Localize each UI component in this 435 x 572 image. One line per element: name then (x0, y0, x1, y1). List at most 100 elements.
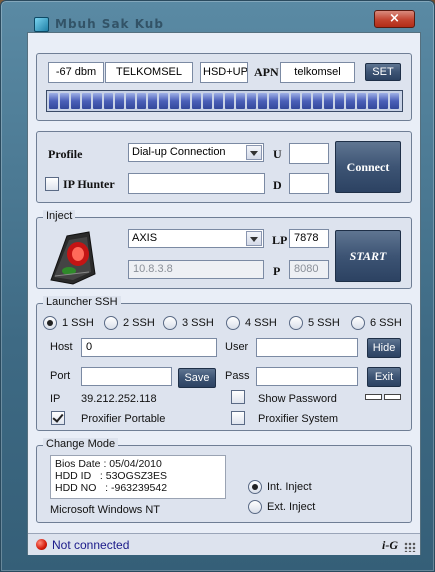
operator-field: TELKOMSEL (105, 62, 193, 83)
system-info-box: Bios Date : 05/04/2010 HDD ID : 53OGSZ3E… (50, 455, 226, 499)
lp-label: LP (272, 233, 288, 247)
inject-mode-dropdown[interactable]: AXIS (128, 229, 264, 248)
app-icon (34, 17, 49, 32)
change-mode-legend: Change Mode (43, 438, 119, 450)
hide-button[interactable]: Hide (367, 338, 401, 358)
host-input[interactable]: 0 (81, 338, 217, 357)
signal-progress-block (302, 93, 311, 109)
signal-progress-block (269, 93, 278, 109)
signal-progress-block (280, 93, 289, 109)
signal-progress-block (159, 93, 168, 109)
signal-progress-block (192, 93, 201, 109)
pass-label: Pass (225, 370, 250, 382)
window-title: Mbuh Sak Kub (55, 17, 164, 31)
signal-progress-block (225, 93, 234, 109)
signal-progress-block (82, 93, 91, 109)
signal-progress-block (214, 93, 223, 109)
proxifier-portable-label: Proxifier Portable (81, 413, 166, 425)
exit-button[interactable]: Exit (367, 367, 401, 387)
signal-progress-block (324, 93, 333, 109)
change-mode-panel: Change Mode Bios Date : 05/04/2010 HDD I… (36, 438, 412, 523)
apn-input[interactable]: telkomsel (280, 62, 355, 83)
ssh-radio-3[interactable] (163, 316, 177, 330)
signal-progress-block (137, 93, 146, 109)
brand-label: i-G (382, 538, 398, 552)
user-label: User (225, 341, 249, 353)
app-window: Mbuh Sak Kub × -67 dbm TELKOMSEL HSD+UP A… (0, 0, 435, 572)
title-bar[interactable]: Mbuh Sak Kub × (1, 1, 434, 33)
signal-progress-block (247, 93, 256, 109)
signal-progress-block (60, 93, 69, 109)
u-label: U (273, 147, 282, 161)
start-button[interactable]: START (335, 230, 401, 282)
indicator-box-2 (384, 394, 401, 400)
launcher-ssh-panel: Launcher SSH 1 SSH 2 SSH 3 SSH 4 SSH 5 SSH 6 … (36, 296, 412, 431)
signal-progress-block (390, 93, 399, 109)
ip-hunter-label: IP Hunter (63, 177, 115, 191)
signal-progress-fill (49, 93, 400, 109)
hdd-no: HDD NO : -963239542 (55, 482, 168, 494)
save-button[interactable]: Save (178, 368, 216, 388)
signal-progress-block (291, 93, 300, 109)
signal-progress-block (115, 93, 124, 109)
profile-dropdown-value: Dial-up Connection (132, 146, 226, 158)
port-label: Port (50, 370, 71, 382)
pass-input[interactable] (256, 367, 358, 386)
profile-dropdown[interactable]: Dial-up Connection (128, 143, 264, 162)
status-indicator-icon (36, 539, 47, 550)
signal-progress-block (335, 93, 344, 109)
signal-progress-block (93, 93, 102, 109)
status-text: Not connected (52, 538, 130, 552)
ssh-radio-label-1: 1 SSH (62, 317, 94, 329)
ip-hunter-checkbox[interactable] (45, 177, 59, 191)
ssh-radio-4[interactable] (226, 316, 240, 330)
inject-mode-value: AXIS (132, 232, 158, 244)
ssh-radio-label-4: 4 SSH (245, 317, 277, 329)
u-input[interactable] (289, 143, 329, 164)
p-label: P (273, 264, 281, 278)
os-label: Microsoft Windows NT (50, 504, 161, 516)
resize-grip-icon[interactable] (404, 542, 416, 552)
chevron-down-icon[interactable] (246, 145, 262, 160)
signal-progress-block (148, 93, 157, 109)
ssh-radio-label-6: 6 SSH (370, 317, 402, 329)
show-password-checkbox[interactable] (231, 390, 245, 404)
signal-progress-block (170, 93, 179, 109)
proxifier-system-checkbox[interactable] (231, 411, 245, 425)
chevron-down-icon[interactable] (246, 231, 262, 246)
p-input[interactable]: 8080 (289, 260, 329, 279)
indicator-box-1 (365, 394, 382, 400)
signal-progress-block (203, 93, 212, 109)
close-button[interactable]: × (374, 10, 415, 28)
inject-ip-input[interactable]: 10.8.3.8 (128, 260, 264, 279)
int-inject-radio[interactable] (248, 480, 262, 494)
signal-progress-block (104, 93, 113, 109)
ext-inject-radio[interactable] (248, 500, 262, 514)
show-password-label: Show Password (258, 393, 337, 405)
modem-info-panel: -67 dbm TELKOMSEL HSD+UPA APN telkomsel … (36, 53, 412, 121)
inject-panel: Inject AXIS LP 7878 10.8.3.8 P 8080 STAR… (36, 210, 412, 289)
connect-button[interactable]: Connect (335, 141, 401, 193)
port-input[interactable] (81, 367, 172, 386)
ip-hunter-input[interactable] (128, 173, 265, 194)
signal-progress-block (379, 93, 388, 109)
signal-field: -67 dbm (48, 62, 104, 83)
ssh-radio-label-3: 3 SSH (182, 317, 214, 329)
lp-input[interactable]: 7878 (289, 229, 329, 248)
status-bar: Not connected i-G (28, 533, 420, 555)
ssh-radio-6[interactable] (351, 316, 365, 330)
ssh-radio-1[interactable] (43, 316, 57, 330)
proxifier-portable-checkbox[interactable] (51, 411, 65, 425)
ssh-radio-2[interactable] (104, 316, 118, 330)
inject-legend: Inject (43, 210, 76, 222)
signal-progress-block (49, 93, 58, 109)
user-input[interactable] (256, 338, 358, 357)
set-button[interactable]: SET (365, 63, 401, 81)
int-inject-label: Int. Inject (267, 481, 312, 493)
signal-progress-block (258, 93, 267, 109)
d-input[interactable] (289, 173, 329, 194)
profile-panel: Profile Dial-up Connection U IP Hunter D… (36, 131, 412, 203)
ssh-radio-5[interactable] (289, 316, 303, 330)
ip-label: IP (50, 393, 61, 405)
proxifier-system-label: Proxifier System (258, 413, 339, 425)
